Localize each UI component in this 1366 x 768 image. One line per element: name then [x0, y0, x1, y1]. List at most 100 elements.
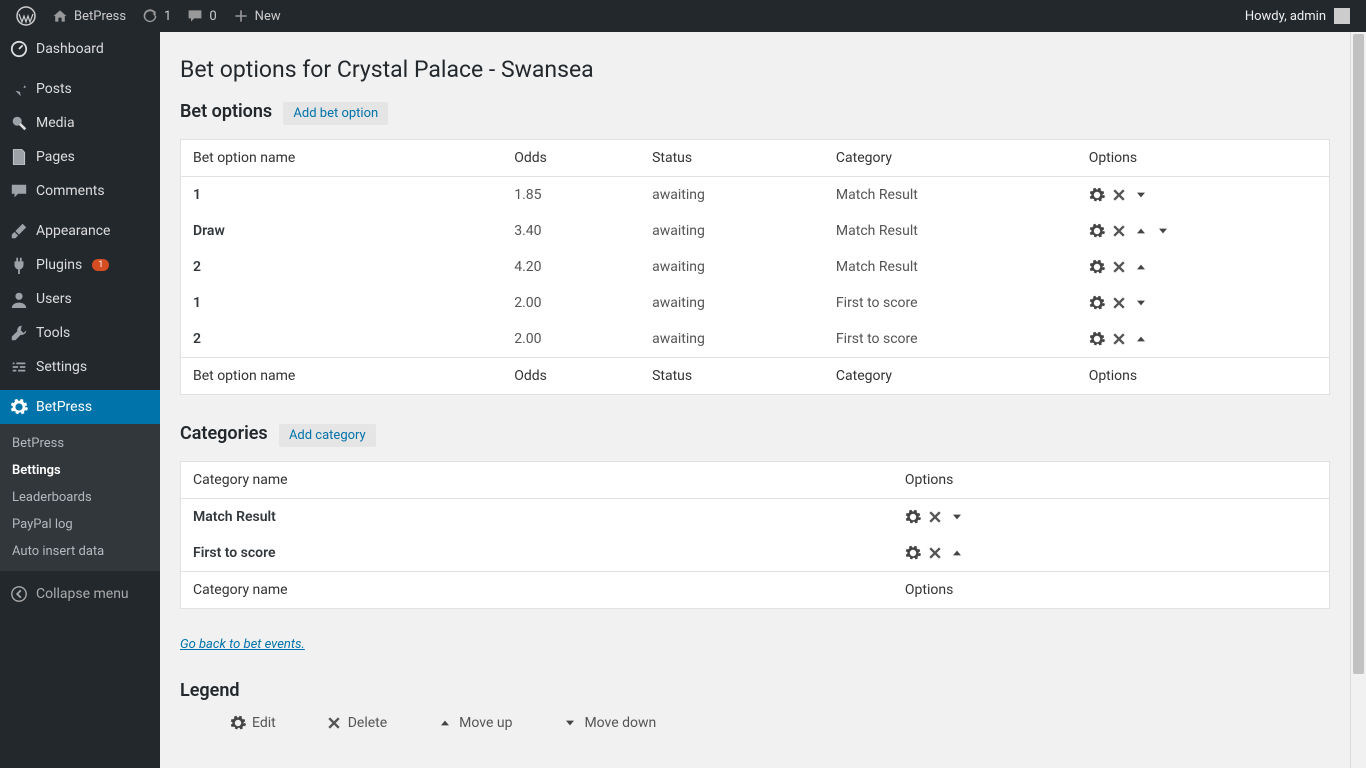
categories-heading: Categories: [180, 423, 268, 444]
cell-odds: 1.85: [502, 177, 640, 214]
chevron-up-icon[interactable]: [949, 545, 965, 561]
row-options: [905, 509, 1317, 525]
refresh-icon: [142, 8, 158, 24]
sidebar-item-label: Settings: [36, 359, 87, 375]
close-icon[interactable]: [1111, 331, 1127, 347]
col-cat-name[interactable]: Category name: [181, 572, 893, 609]
account-link[interactable]: Howdy, admin: [1245, 8, 1358, 24]
sidebar-item-media[interactable]: Media: [0, 106, 160, 140]
new-link[interactable]: New: [225, 0, 289, 32]
gear-icon: [10, 398, 28, 416]
chevron-up-icon[interactable]: [1133, 223, 1149, 239]
sidebar-item-betpress[interactable]: BetPress: [0, 390, 160, 424]
chevron-down-icon[interactable]: [1133, 187, 1149, 203]
sidebar-item-tools[interactable]: Tools: [0, 316, 160, 350]
col-odds[interactable]: Odds: [502, 140, 640, 177]
sidebar-item-plugins[interactable]: Plugins1: [0, 248, 160, 282]
sidebar-item-label: Pages: [36, 149, 75, 165]
submenu-item-auto-insert[interactable]: Auto insert data: [0, 538, 160, 565]
sidebar-item-settings[interactable]: Settings: [0, 350, 160, 384]
chevron-up-icon[interactable]: [1133, 259, 1149, 275]
col-status[interactable]: Status: [640, 140, 824, 177]
chevron-down-icon: [562, 715, 578, 731]
gear-icon[interactable]: [1089, 331, 1105, 347]
col-cat-options[interactable]: Options: [893, 462, 1330, 499]
scrollbar-thumb[interactable]: [1353, 34, 1364, 674]
table-row: 12.00awaitingFirst to score: [181, 285, 1330, 321]
close-icon: [326, 715, 342, 731]
legend-move-up: Move up: [437, 715, 512, 731]
cell-category: Match Result: [824, 213, 1077, 249]
col-status[interactable]: Status: [640, 358, 824, 395]
close-icon[interactable]: [1111, 223, 1127, 239]
table-row: First to score: [181, 535, 1330, 572]
sidebar-item-label: BetPress: [36, 399, 92, 415]
close-icon[interactable]: [1111, 295, 1127, 311]
gear-icon[interactable]: [1089, 295, 1105, 311]
legend-edit: Edit: [230, 715, 276, 731]
scrollbar[interactable]: [1350, 32, 1366, 768]
comment-icon: [10, 182, 28, 200]
dashboard-icon: [10, 40, 28, 58]
chevron-down-icon[interactable]: [1155, 223, 1171, 239]
page-icon: [10, 148, 28, 166]
gear-icon[interactable]: [905, 509, 921, 525]
add-bet-option-button[interactable]: Add bet option: [283, 102, 388, 125]
sidebar-item-posts[interactable]: Posts: [0, 72, 160, 106]
bet-options-table: Bet option name Odds Status Category Opt…: [180, 139, 1330, 395]
wp-logo[interactable]: [8, 0, 44, 32]
col-cat-name[interactable]: Category name: [181, 462, 893, 499]
sidebar-item-users[interactable]: Users: [0, 282, 160, 316]
col-odds[interactable]: Odds: [502, 358, 640, 395]
home-icon: [52, 8, 68, 24]
back-link[interactable]: Go back to bet events.: [180, 637, 305, 652]
row-options: [905, 545, 1317, 561]
collapse-icon: [10, 585, 28, 603]
legend-delete: Delete: [326, 715, 387, 731]
col-cat-options[interactable]: Options: [893, 572, 1330, 609]
sidebar-item-label: Dashboard: [36, 41, 104, 57]
chevron-down-icon[interactable]: [1133, 295, 1149, 311]
pin-icon: [10, 80, 28, 98]
col-category[interactable]: Category: [824, 358, 1077, 395]
new-label: New: [255, 9, 281, 24]
sidebar-item-pages[interactable]: Pages: [0, 140, 160, 174]
gear-icon[interactable]: [1089, 187, 1105, 203]
gear-icon[interactable]: [905, 545, 921, 561]
col-category[interactable]: Category: [824, 140, 1077, 177]
col-name[interactable]: Bet option name: [181, 358, 503, 395]
close-icon[interactable]: [1111, 187, 1127, 203]
chevron-up-icon[interactable]: [1133, 331, 1149, 347]
cell-name: 2: [181, 321, 503, 358]
col-options[interactable]: Options: [1077, 358, 1330, 395]
comments-count: 0: [209, 9, 216, 24]
submenu-item-bettings[interactable]: Bettings: [0, 457, 160, 484]
close-icon[interactable]: [1111, 259, 1127, 275]
submenu-item-betpress[interactable]: BetPress: [0, 430, 160, 457]
col-options[interactable]: Options: [1077, 140, 1330, 177]
sidebar-item-label: Appearance: [36, 223, 110, 239]
add-category-button[interactable]: Add category: [279, 424, 376, 447]
updates-link[interactable]: 1: [134, 0, 179, 32]
submenu-item-leaderboards[interactable]: Leaderboards: [0, 484, 160, 511]
sidebar-item-dashboard[interactable]: Dashboard: [0, 32, 160, 66]
legend-row: Edit Delete Move up Move down: [180, 715, 1330, 731]
row-options: [1089, 259, 1317, 275]
collapse-menu[interactable]: Collapse menu: [0, 577, 160, 611]
sidebar-item-comments[interactable]: Comments: [0, 174, 160, 208]
site-name: BetPress: [74, 9, 126, 24]
close-icon[interactable]: [927, 509, 943, 525]
gear-icon[interactable]: [1089, 259, 1105, 275]
legend-label: Delete: [348, 715, 387, 731]
chevron-down-icon[interactable]: [949, 509, 965, 525]
cell-name: 1: [181, 177, 503, 214]
close-icon[interactable]: [927, 545, 943, 561]
site-link[interactable]: BetPress: [44, 0, 134, 32]
gear-icon[interactable]: [1089, 223, 1105, 239]
submenu-item-paypal-log[interactable]: PayPal log: [0, 511, 160, 538]
sidebar-item-appearance[interactable]: Appearance: [0, 214, 160, 248]
comments-link[interactable]: 0: [179, 0, 224, 32]
table-row: 11.85awaitingMatch Result: [181, 177, 1330, 214]
col-name[interactable]: Bet option name: [181, 140, 503, 177]
cell-odds: 4.20: [502, 249, 640, 285]
